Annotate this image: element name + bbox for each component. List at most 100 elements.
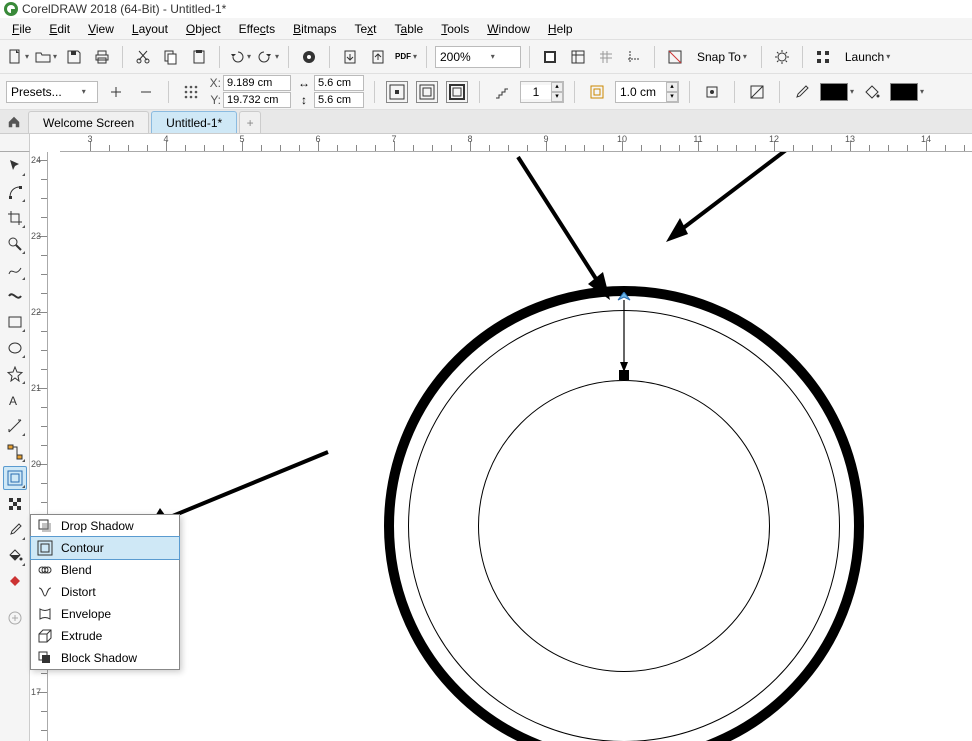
presets-dropdown[interactable]: Presets...▾: [6, 81, 98, 103]
flyout-item-block-shadow[interactable]: Block Shadow: [31, 647, 179, 669]
menu-layout[interactable]: Layout: [124, 20, 176, 38]
menu-effects[interactable]: Effects: [231, 20, 283, 38]
flyout-item-envelope[interactable]: Envelope: [31, 603, 179, 625]
text-tool[interactable]: A: [3, 388, 27, 412]
flyout-item-distort[interactable]: Distort: [31, 581, 179, 603]
rectangle-tool[interactable]: [3, 310, 27, 334]
toolbox: A: [0, 152, 30, 741]
save-button[interactable]: [62, 45, 86, 69]
offset-up[interactable]: ▴: [666, 82, 678, 92]
y-label: Y:: [209, 93, 221, 107]
zoom-select[interactable]: 200%▾: [435, 46, 521, 68]
options-button[interactable]: [770, 45, 794, 69]
tab-welcome-screen[interactable]: Welcome Screen: [28, 111, 149, 133]
new-document-button[interactable]: ▾: [6, 45, 30, 69]
export-button[interactable]: [366, 45, 390, 69]
show-grid-button[interactable]: [594, 45, 618, 69]
publish-pdf-button[interactable]: PDF▾: [394, 45, 418, 69]
fill-color-dropdown[interactable]: ▾: [890, 83, 924, 101]
effects-tool[interactable]: [3, 466, 27, 490]
add-preset-button[interactable]: [104, 80, 128, 104]
undo-button[interactable]: ▾: [228, 45, 252, 69]
contour-offset-field[interactable]: ▴▾: [615, 81, 679, 103]
quick-customize-button[interactable]: [3, 606, 27, 630]
import-button[interactable]: [338, 45, 362, 69]
contour-to-center-button[interactable]: [385, 80, 409, 104]
tab-add[interactable]: +: [239, 111, 261, 133]
offset-down[interactable]: ▾: [666, 92, 678, 102]
show-rulers-button[interactable]: [566, 45, 590, 69]
app-launcher-button[interactable]: [811, 45, 835, 69]
menu-object[interactable]: Object: [178, 20, 229, 38]
ruler-horizontal[interactable]: 34567891011121314: [60, 134, 972, 152]
y-position-input[interactable]: [223, 92, 291, 108]
contour-inside-button[interactable]: [415, 80, 439, 104]
menu-table[interactable]: Table: [387, 20, 432, 38]
effects-flyout[interactable]: Drop ShadowContourBlendDistortEnvelopeEx…: [30, 514, 180, 670]
pick-tool[interactable]: [3, 154, 27, 178]
contour-steps-field[interactable]: ▴▾: [520, 81, 564, 103]
steps-icon: [490, 80, 514, 104]
cut-button[interactable]: [131, 45, 155, 69]
crop-tool[interactable]: [3, 206, 27, 230]
home-button[interactable]: [4, 112, 24, 132]
offset-icon: [585, 80, 609, 104]
steps-down[interactable]: ▾: [551, 92, 563, 102]
outline-color-dropdown[interactable]: ▾: [820, 83, 854, 101]
flyout-item-extrude[interactable]: Extrude: [31, 625, 179, 647]
fullscreen-button[interactable]: [538, 45, 562, 69]
block-shadow-icon: [37, 650, 53, 666]
width-input[interactable]: [314, 75, 364, 91]
contour-corners-button[interactable]: [700, 80, 724, 104]
drawing-canvas[interactable]: [48, 152, 972, 741]
x-position-input[interactable]: [223, 75, 291, 91]
property-bar: Presets...▾ X: Y: ↔ ↕ ▴▾ ▴▾ ▾ ▾: [0, 74, 972, 110]
ellipse-tool[interactable]: [3, 336, 27, 360]
polygon-tool[interactable]: [3, 362, 27, 386]
menu-help[interactable]: Help: [540, 20, 581, 38]
flyout-item-drop-shadow[interactable]: Drop Shadow: [31, 515, 179, 537]
contour-steps-input[interactable]: [521, 85, 551, 99]
paste-button[interactable]: [187, 45, 211, 69]
tab-untitled-1[interactable]: Untitled-1*: [151, 111, 237, 133]
shape-tool[interactable]: [3, 180, 27, 204]
extrude-icon: [37, 628, 53, 644]
delete-preset-button[interactable]: [134, 80, 158, 104]
print-button[interactable]: [90, 45, 114, 69]
parallel-dimension-tool[interactable]: [3, 414, 27, 438]
freehand-tool[interactable]: [3, 258, 27, 282]
menu-tools[interactable]: Tools: [433, 20, 477, 38]
snap-to-dropdown[interactable]: Snap To ▾: [691, 50, 753, 64]
contour-outside-button[interactable]: [445, 80, 469, 104]
interactive-fill-tool[interactable]: [3, 544, 27, 568]
height-input[interactable]: [314, 92, 364, 108]
menu-text[interactable]: Text: [346, 20, 384, 38]
flyout-item-contour[interactable]: Contour: [30, 536, 180, 560]
envelope-icon: [37, 606, 53, 622]
eyedropper-tool[interactable]: [3, 518, 27, 542]
snap-off-button[interactable]: [663, 45, 687, 69]
redo-button[interactable]: ▾: [256, 45, 280, 69]
menu-window[interactable]: Window: [479, 20, 538, 38]
menu-bar: FileEditViewLayoutObjectEffectsBitmapsTe…: [0, 18, 972, 40]
steps-up[interactable]: ▴: [551, 82, 563, 92]
search-button[interactable]: [297, 45, 321, 69]
connector-tool[interactable]: [3, 440, 27, 464]
annotation-arrow-2: [658, 152, 838, 252]
menu-bitmaps[interactable]: Bitmaps: [285, 20, 344, 38]
artistic-media-tool[interactable]: [3, 284, 27, 308]
contour-colors-button[interactable]: [745, 80, 769, 104]
transparency-tool[interactable]: [3, 492, 27, 516]
contour-offset-input[interactable]: [616, 85, 666, 99]
menu-view[interactable]: View: [80, 20, 122, 38]
launch-dropdown[interactable]: Launch ▾: [839, 50, 896, 64]
object-origin-button[interactable]: [179, 80, 203, 104]
smart-fill-tool[interactable]: [3, 570, 27, 594]
copy-button[interactable]: [159, 45, 183, 69]
flyout-item-blend[interactable]: Blend: [31, 559, 179, 581]
show-guides-button[interactable]: [622, 45, 646, 69]
menu-file[interactable]: File: [4, 20, 39, 38]
zoom-tool[interactable]: [3, 232, 27, 256]
open-button[interactable]: ▾: [34, 45, 58, 69]
menu-edit[interactable]: Edit: [41, 20, 78, 38]
